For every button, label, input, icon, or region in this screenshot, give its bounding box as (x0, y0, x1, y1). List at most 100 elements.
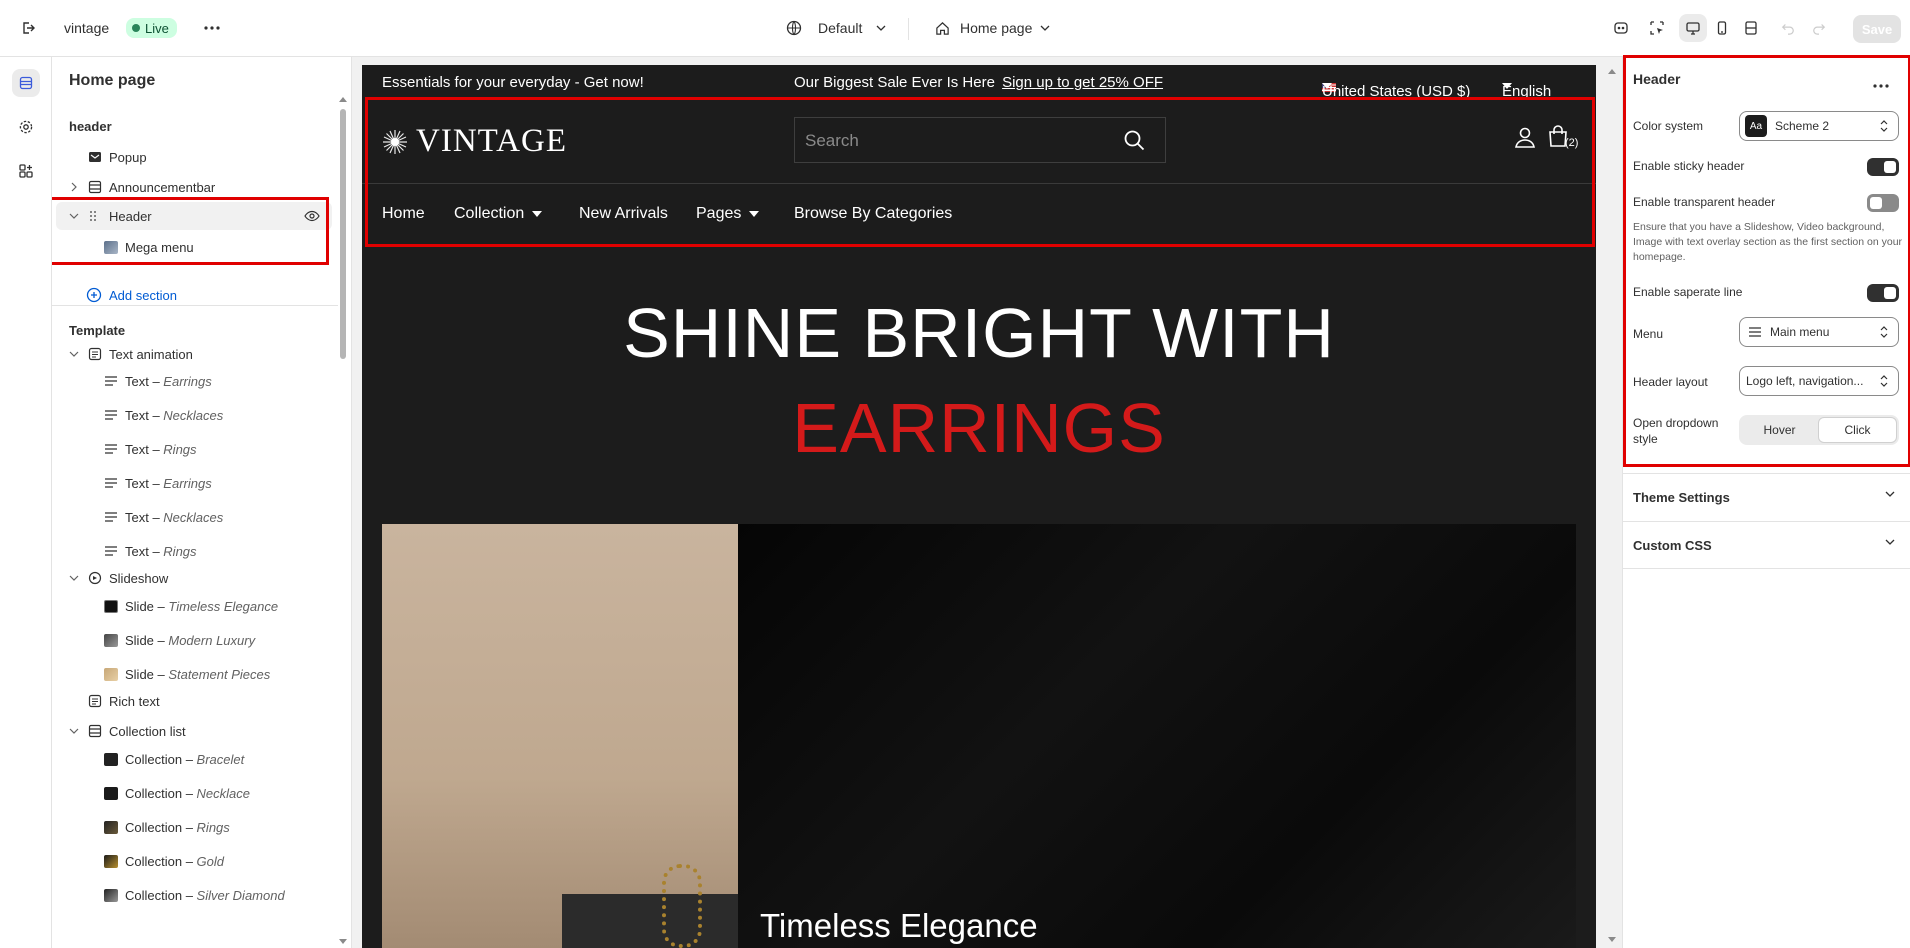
tree-item-text-block[interactable]: Text – Rings (52, 537, 338, 565)
chevron-down-icon (1040, 25, 1050, 31)
tree-item-label: Announcementbar (109, 179, 216, 195)
slide-image-left (382, 524, 738, 948)
exit-icon[interactable] (14, 14, 42, 42)
chevron-right-icon[interactable] (68, 181, 80, 193)
chevron-down-icon[interactable] (68, 725, 80, 737)
caret-down-icon (1502, 83, 1512, 89)
live-status-badge: Live (126, 18, 177, 38)
storefront-preview: Essentials for your everyday - Get now! … (362, 65, 1596, 948)
page-selector[interactable]: Home page (935, 20, 1050, 36)
settings-gear-icon[interactable] (12, 113, 40, 141)
text-section-icon (87, 346, 103, 362)
slideshow-icon (87, 570, 103, 586)
custom-css-label: Custom CSS (1633, 538, 1712, 553)
undo-icon[interactable] (1774, 14, 1802, 42)
tree-item-collection[interactable]: Collection – Rings (52, 813, 338, 841)
popup-icon (87, 149, 103, 165)
section-icon (87, 179, 103, 195)
tree-item-collection[interactable]: Collection – Bracelet (52, 745, 338, 773)
tree-item-text-block[interactable]: Text – Necklaces (52, 401, 338, 429)
chevron-down-icon (1885, 491, 1895, 497)
tree-item-slide[interactable]: Slide – Timeless Elegance (52, 592, 338, 620)
fullscreen-view-icon[interactable] (1737, 14, 1765, 42)
tree-item-label: Slide – Modern Luxury (125, 632, 256, 648)
gold-chain-shape (662, 864, 702, 948)
currency-selector[interactable]: United States (USD $) (1322, 74, 1470, 100)
sections-panel: Home page header Popup Announcementbar H… (52, 57, 352, 948)
sidebar-rail (0, 57, 52, 948)
desktop-view-icon[interactable] (1679, 14, 1707, 42)
tree-item-text-animation[interactable]: Text animation (52, 340, 338, 368)
tree-item-popup[interactable]: Popup (52, 143, 338, 171)
tree-item-slide[interactable]: Slide – Modern Luxury (52, 626, 338, 654)
text-lines-icon (103, 509, 119, 525)
tree-item-slideshow[interactable]: Slideshow (52, 564, 338, 592)
panel-scrollbar[interactable] (340, 109, 346, 359)
plus-circle-icon (86, 287, 102, 303)
announcement-signup-link[interactable]: Sign up to get 25% OFF (1002, 74, 1163, 91)
header-preview-highlight (365, 97, 1595, 247)
slide-caption: Timeless Elegance (760, 907, 1038, 944)
scroll-up-arrow-icon[interactable] (339, 97, 347, 102)
template-group-label: Template (69, 323, 126, 338)
tree-item-collection[interactable]: Collection – Gold (52, 847, 338, 875)
slide-thumbnail-icon (103, 666, 119, 682)
tree-item-label: Text – Necklaces (125, 509, 224, 525)
chevron-down-icon[interactable] (68, 348, 80, 360)
chevron-down-icon[interactable] (68, 572, 80, 584)
custom-css-section[interactable]: Custom CSS (1623, 521, 1910, 569)
tree-item-label: Collection – Necklace (125, 785, 251, 801)
tree-item-label: Collection – Rings (125, 819, 230, 835)
header-group-label: header (69, 119, 112, 134)
scroll-up-arrow-icon[interactable] (1608, 69, 1616, 74)
collection-thumbnail-icon (103, 819, 119, 835)
tree-item-label: Collection – Silver Diamond (125, 887, 285, 903)
panel-title: Home page (69, 72, 156, 89)
slide-image-right (738, 524, 1576, 948)
apps-icon[interactable] (12, 157, 40, 185)
store-name: vintage (64, 20, 110, 36)
home-icon (936, 21, 949, 35)
announcement-left-text: Essentials for your everyday - Get now! (382, 74, 644, 91)
scroll-down-arrow-icon[interactable] (339, 939, 347, 944)
tree-item-label: Text – Rings (125, 441, 197, 457)
announcement-bar: Essentials for your everyday - Get now! … (362, 65, 1596, 100)
chevron-down-icon (876, 25, 886, 31)
theme-settings-section[interactable]: Theme Settings (1623, 473, 1910, 521)
announcement-center-text: Our Biggest Sale Ever Is Here (794, 74, 995, 91)
tree-item-collection[interactable]: Collection – Necklace (52, 779, 338, 807)
tree-item-label: Slideshow (109, 570, 169, 586)
more-actions-icon[interactable] (198, 14, 226, 42)
text-lines-icon (103, 373, 119, 389)
customer-events-icon[interactable] (1607, 14, 1635, 42)
tree-item-label: Popup (109, 149, 147, 165)
tree-item-text-block[interactable]: Text – Earrings (52, 367, 338, 395)
save-button[interactable]: Save (1853, 15, 1901, 43)
collection-thumbnail-icon (103, 751, 119, 767)
inspector-cursor-icon[interactable] (1643, 14, 1671, 42)
tree-item-text-block[interactable]: Text – Rings (52, 435, 338, 463)
theme-selector[interactable]: Default (786, 20, 886, 36)
tree-item-label: Text – Necklaces (125, 407, 224, 423)
settings-highlight (1623, 55, 1910, 467)
text-lines-icon (103, 475, 119, 491)
sections-icon[interactable] (12, 69, 40, 97)
jewelry-box-shape (562, 894, 738, 948)
tree-item-rich-text[interactable]: Rich text (52, 687, 338, 715)
panel-divider (52, 305, 338, 306)
tree-item-label: Text – Earrings (125, 373, 212, 389)
tree-item-slide[interactable]: Slide – Statement Pieces (52, 660, 338, 688)
tree-item-collection[interactable]: Collection – Silver Diamond (52, 881, 338, 909)
tree-item-collection-list[interactable]: Collection list (52, 717, 338, 745)
tree-item-label: Collection list (109, 723, 186, 739)
tree-item-text-block[interactable]: Text – Earrings (52, 469, 338, 497)
tree-item-text-block[interactable]: Text – Necklaces (52, 503, 338, 531)
scroll-down-arrow-icon[interactable] (1608, 937, 1616, 942)
live-dot-icon (132, 24, 140, 32)
collection-thumbnail-icon (103, 887, 119, 903)
redo-icon[interactable] (1805, 14, 1833, 42)
slide-thumbnail-icon (103, 632, 119, 648)
mobile-view-icon[interactable] (1708, 14, 1736, 42)
tree-item-label: Text – Rings (125, 543, 197, 559)
page-label: Home page (960, 20, 1033, 36)
